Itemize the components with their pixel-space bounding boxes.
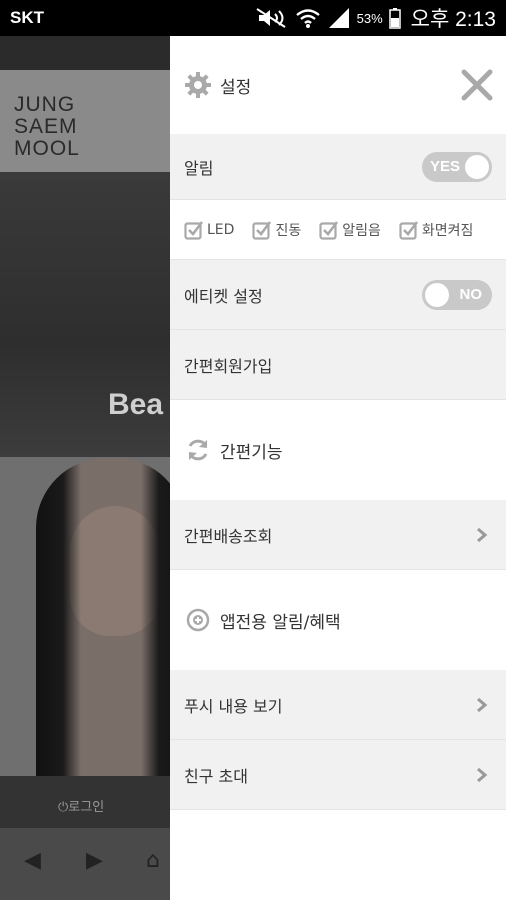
app-benefits-header: 앱전용 알림/혜택 (170, 570, 506, 670)
wifi-icon (295, 9, 320, 28)
refresh-icon (184, 436, 212, 464)
status-icons: 53% 오후 2:13 (255, 2, 496, 34)
clock: 오후 2:13 (410, 8, 496, 31)
carrier-label: SKT (10, 8, 44, 27)
checkbox-checked-icon (252, 220, 272, 240)
back-arrow-icon[interactable]: ◀ (24, 848, 41, 873)
etiquette-row: 에티켓 설정 NO (170, 260, 506, 330)
logo-line: SAEM (14, 115, 78, 138)
notification-label: 알림 (184, 158, 214, 178)
delivery-lookup-label: 간편배송조회 (184, 526, 273, 546)
etiquette-label: 에티켓 설정 (184, 286, 263, 306)
battery-percent: 53% (356, 10, 383, 26)
home-icon[interactable]: ⌂ (146, 848, 160, 873)
plus-circle-icon (184, 606, 212, 634)
close-icon[interactable] (460, 68, 494, 102)
settings-title: 설정 (220, 77, 252, 98)
option-sound[interactable]: 알림음 (319, 220, 381, 240)
etiquette-toggle[interactable]: NO (422, 280, 492, 310)
chevron-right-icon (477, 527, 488, 543)
toggle-knob (465, 155, 489, 179)
forward-arrow-icon[interactable]: ▶ (86, 848, 103, 873)
quick-features-title: 간편기능 (220, 442, 283, 463)
delivery-lookup-item[interactable]: 간편배송조회 (170, 500, 506, 570)
checkbox-checked-icon (319, 220, 339, 240)
notification-row: 알림 YES (170, 134, 506, 200)
login-link[interactable]: ⏻로그인 (58, 796, 104, 815)
push-view-item[interactable]: 푸시 내용 보기 (170, 670, 506, 740)
app-benefits-title: 앱전용 알림/혜택 (220, 612, 341, 633)
simple-signup-label: 간편회원가입 (184, 356, 273, 376)
status-bar: SKT 53% 오후 2:13 (0, 0, 506, 36)
model-hair (36, 458, 186, 778)
logo-line: JUNG (14, 93, 76, 116)
chevron-right-icon (477, 767, 488, 783)
gear-icon (184, 71, 212, 99)
option-led[interactable]: LED (184, 220, 234, 240)
option-vibrate[interactable]: 진동 (252, 220, 301, 240)
toggle-knob (425, 283, 449, 307)
brand-logo: JUNG SAEM MOOL (14, 94, 80, 160)
option-label: 화면켜짐 (421, 222, 474, 239)
checkbox-checked-icon (399, 220, 418, 240)
logo-line: MOOL (14, 137, 80, 160)
quick-features-header: 간편기능 (170, 400, 506, 500)
simple-signup-item[interactable]: 간편회원가입 (170, 330, 506, 400)
option-label: 진동 (275, 222, 302, 239)
banner-text: Bea (108, 388, 164, 421)
option-label: LED (207, 221, 235, 238)
power-icon: ⏻ (58, 800, 69, 815)
invite-friend-label: 친구 초대 (184, 766, 248, 786)
notification-toggle[interactable]: YES (422, 152, 492, 182)
signal-icon (328, 8, 349, 28)
push-view-label: 푸시 내용 보기 (184, 696, 283, 716)
chevron-right-icon (477, 697, 488, 713)
notification-options-row: LED 진동 알림음 화면켜짐 (170, 200, 506, 260)
invite-friend-item[interactable]: 친구 초대 (170, 740, 506, 810)
option-screen-on[interactable]: 화면켜짐 (399, 220, 474, 240)
login-label: 로그인 (68, 800, 105, 815)
toggle-text: NO (459, 286, 483, 303)
toggle-text: YES (430, 158, 461, 175)
checkbox-checked-icon (184, 220, 204, 240)
mute-icon (256, 8, 286, 28)
battery-icon (388, 8, 401, 29)
option-label: 알림음 (342, 222, 381, 239)
settings-header: 설정 (170, 36, 506, 134)
settings-drawer: 설정 알림 YES LED 진동 알림음 화면켜짐 에티켓 설정 NO 간편회원… (170, 36, 506, 900)
